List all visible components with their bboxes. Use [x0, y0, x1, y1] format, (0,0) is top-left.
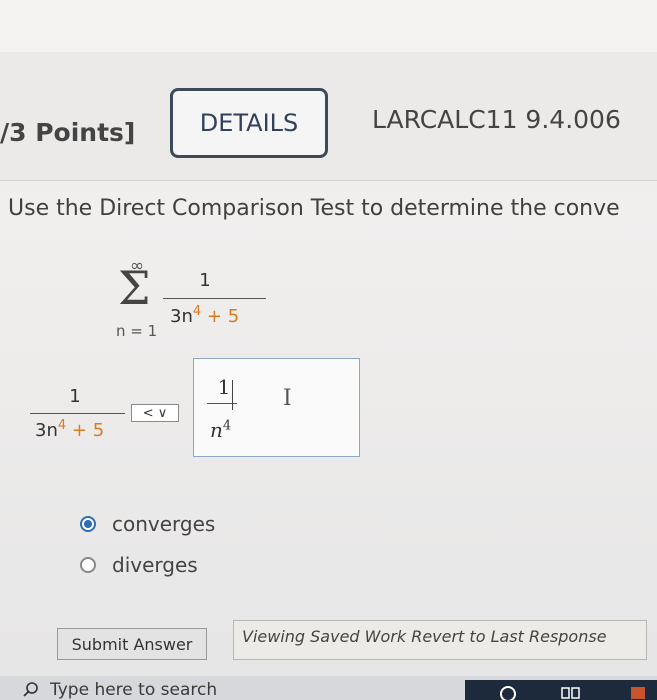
option-diverges[interactable]: diverges — [80, 553, 198, 577]
text-cursor — [232, 380, 233, 410]
problem-code: LARCALC11 9.4.006 — [372, 105, 621, 134]
answer-input-box[interactable] — [193, 358, 360, 457]
comparison-select[interactable]: < ∨ — [131, 404, 179, 422]
task-view-icon[interactable] — [560, 684, 582, 700]
series-numerator: 1 — [199, 270, 211, 291]
series-den-exp: 4 — [192, 304, 202, 319]
left-den-coef: 3n — [35, 420, 58, 441]
radio-selected-icon[interactable] — [80, 516, 96, 532]
app-icon[interactable] — [628, 684, 648, 700]
sigma-symbol: Σ — [118, 261, 151, 315]
search-icon[interactable] — [22, 681, 40, 699]
option-label: diverges — [112, 553, 198, 577]
taskbar-search-input[interactable]: Type here to search — [50, 680, 217, 700]
submit-answer-button[interactable]: Submit Answer — [57, 628, 207, 660]
option-converges[interactable]: converges — [80, 512, 215, 536]
saved-work-banner[interactable]: Viewing Saved Work Revert to Last Respon… — [233, 620, 647, 660]
top-strip — [0, 0, 657, 52]
answer-den-exp: 4 — [222, 418, 232, 434]
cortana-icon[interactable] — [498, 684, 518, 700]
left-den-exp: 4 — [57, 418, 67, 433]
series-denominator: 3n4 + 5 — [170, 304, 239, 327]
left-denominator: 3n4 + 5 — [35, 418, 104, 441]
left-den-rest: + 5 — [71, 420, 105, 441]
answer-denominator: n4 — [210, 418, 231, 442]
ibeam-cursor-icon: I — [283, 386, 292, 411]
left-fraction-bar — [30, 413, 125, 414]
question-text: Use the Direct Comparison Test to determ… — [8, 196, 620, 221]
series-den-rest: + 5 — [206, 306, 240, 327]
option-label: converges — [112, 512, 216, 536]
series-den-coef: 3n — [170, 306, 193, 327]
points-label: /3 Points] — [0, 118, 136, 147]
series-fraction-bar — [163, 298, 266, 299]
left-numerator: 1 — [69, 386, 81, 407]
sum-lower-limit: n = 1 — [116, 322, 158, 340]
answer-den-base: n — [210, 418, 223, 442]
radio-unselected-icon[interactable] — [80, 557, 96, 573]
details-button[interactable]: DETAILS — [170, 88, 328, 158]
answer-numerator: 1 — [217, 375, 231, 399]
